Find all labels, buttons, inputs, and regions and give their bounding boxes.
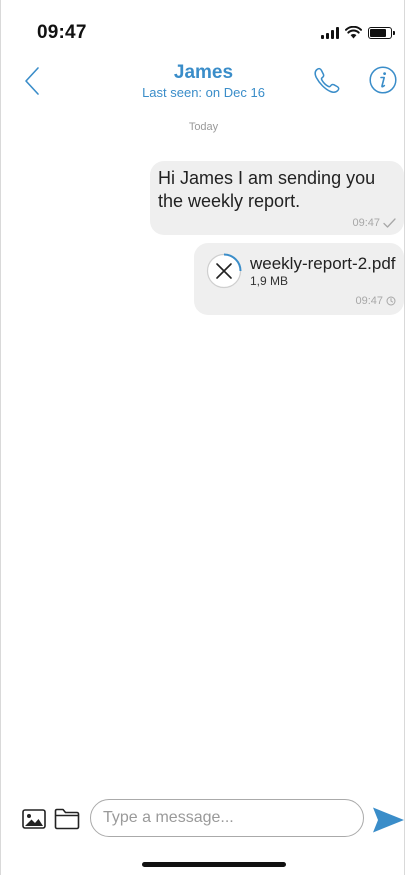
message-time: 09:47	[352, 217, 380, 229]
status-time: 09:47	[37, 22, 87, 43]
outgoing-text-message[interactable]: Hi James I am sending you the weekly rep…	[150, 161, 404, 235]
message-meta: 09:47	[355, 295, 396, 307]
info-icon[interactable]	[369, 66, 397, 94]
message-input[interactable]	[90, 799, 364, 837]
file-size: 1,9 MB	[250, 274, 289, 288]
status-bar: 09:47	[1, 0, 405, 48]
outgoing-file-message[interactable]: weekly-report-2.pdf 1,9 MB 09:47	[194, 243, 404, 315]
phone-icon[interactable]	[311, 65, 341, 95]
last-seen-status: Last seen: on Dec 16	[142, 85, 265, 100]
battery-icon	[368, 26, 395, 39]
contact-name[interactable]: James	[1, 62, 405, 84]
wifi-icon	[345, 26, 362, 39]
signal-icon	[321, 26, 339, 39]
status-icons	[321, 26, 395, 39]
cancel-upload-icon[interactable]	[206, 253, 242, 289]
clock-icon	[386, 296, 396, 306]
chat-header: James Last seen: on Dec 16	[1, 52, 405, 110]
checkmark-icon	[383, 218, 396, 228]
message-time: 09:47	[355, 295, 383, 307]
image-icon[interactable]	[22, 809, 46, 829]
home-indicator	[142, 862, 286, 867]
message-meta: 09:47	[352, 217, 396, 229]
file-name: weekly-report-2.pdf	[250, 254, 396, 273]
folder-icon[interactable]	[54, 808, 80, 830]
send-icon[interactable]	[372, 806, 405, 834]
phone-screen: 09:47 James Last seen: on Dec 16 Today H…	[0, 0, 405, 875]
message-text: Hi James I am sending you the weekly rep…	[158, 168, 376, 211]
day-separator: Today	[188, 121, 219, 133]
message-composer	[1, 796, 405, 844]
